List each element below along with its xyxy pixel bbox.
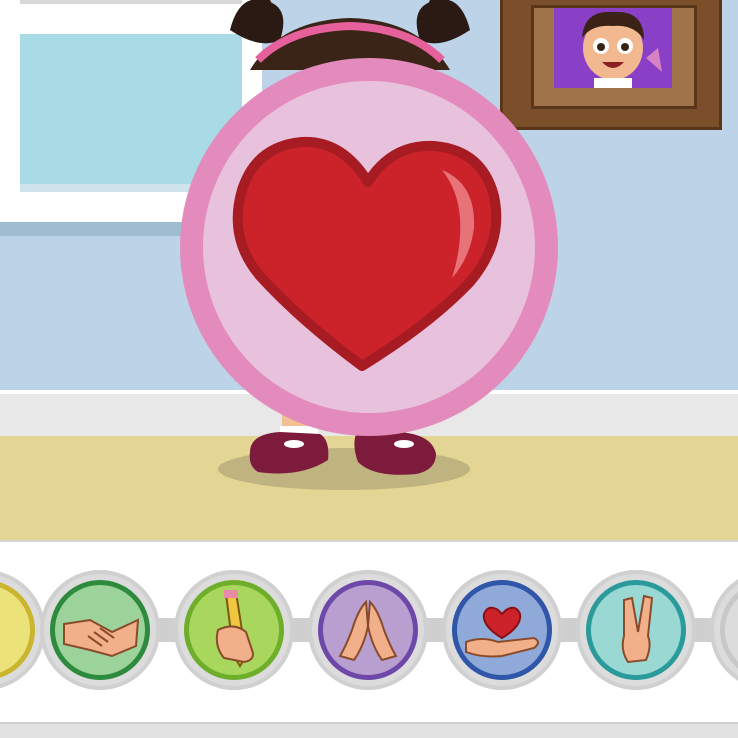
boy-portrait — [554, 8, 672, 88]
pencil-hand-icon — [215, 590, 254, 668]
gesture-button-praying[interactable] — [308, 570, 428, 690]
handshake-icon — [63, 618, 140, 658]
peace-sign-icon — [621, 594, 654, 664]
heart-bubble — [180, 58, 558, 436]
gesture-button-pencil[interactable] — [174, 570, 294, 690]
tray-bottom — [0, 722, 738, 738]
gesture-button-peace[interactable] — [576, 570, 696, 690]
partial-gesture-icon — [0, 580, 35, 680]
gesture-button-handshake[interactable] — [40, 570, 160, 690]
shoes — [249, 432, 436, 475]
heart-in-hand-icon — [465, 606, 539, 658]
praying-hands-icon — [338, 599, 398, 662]
gesture-button-heart-hand[interactable] — [442, 570, 562, 690]
partial-gesture-icon — [720, 580, 738, 680]
game-scene — [0, 0, 738, 738]
